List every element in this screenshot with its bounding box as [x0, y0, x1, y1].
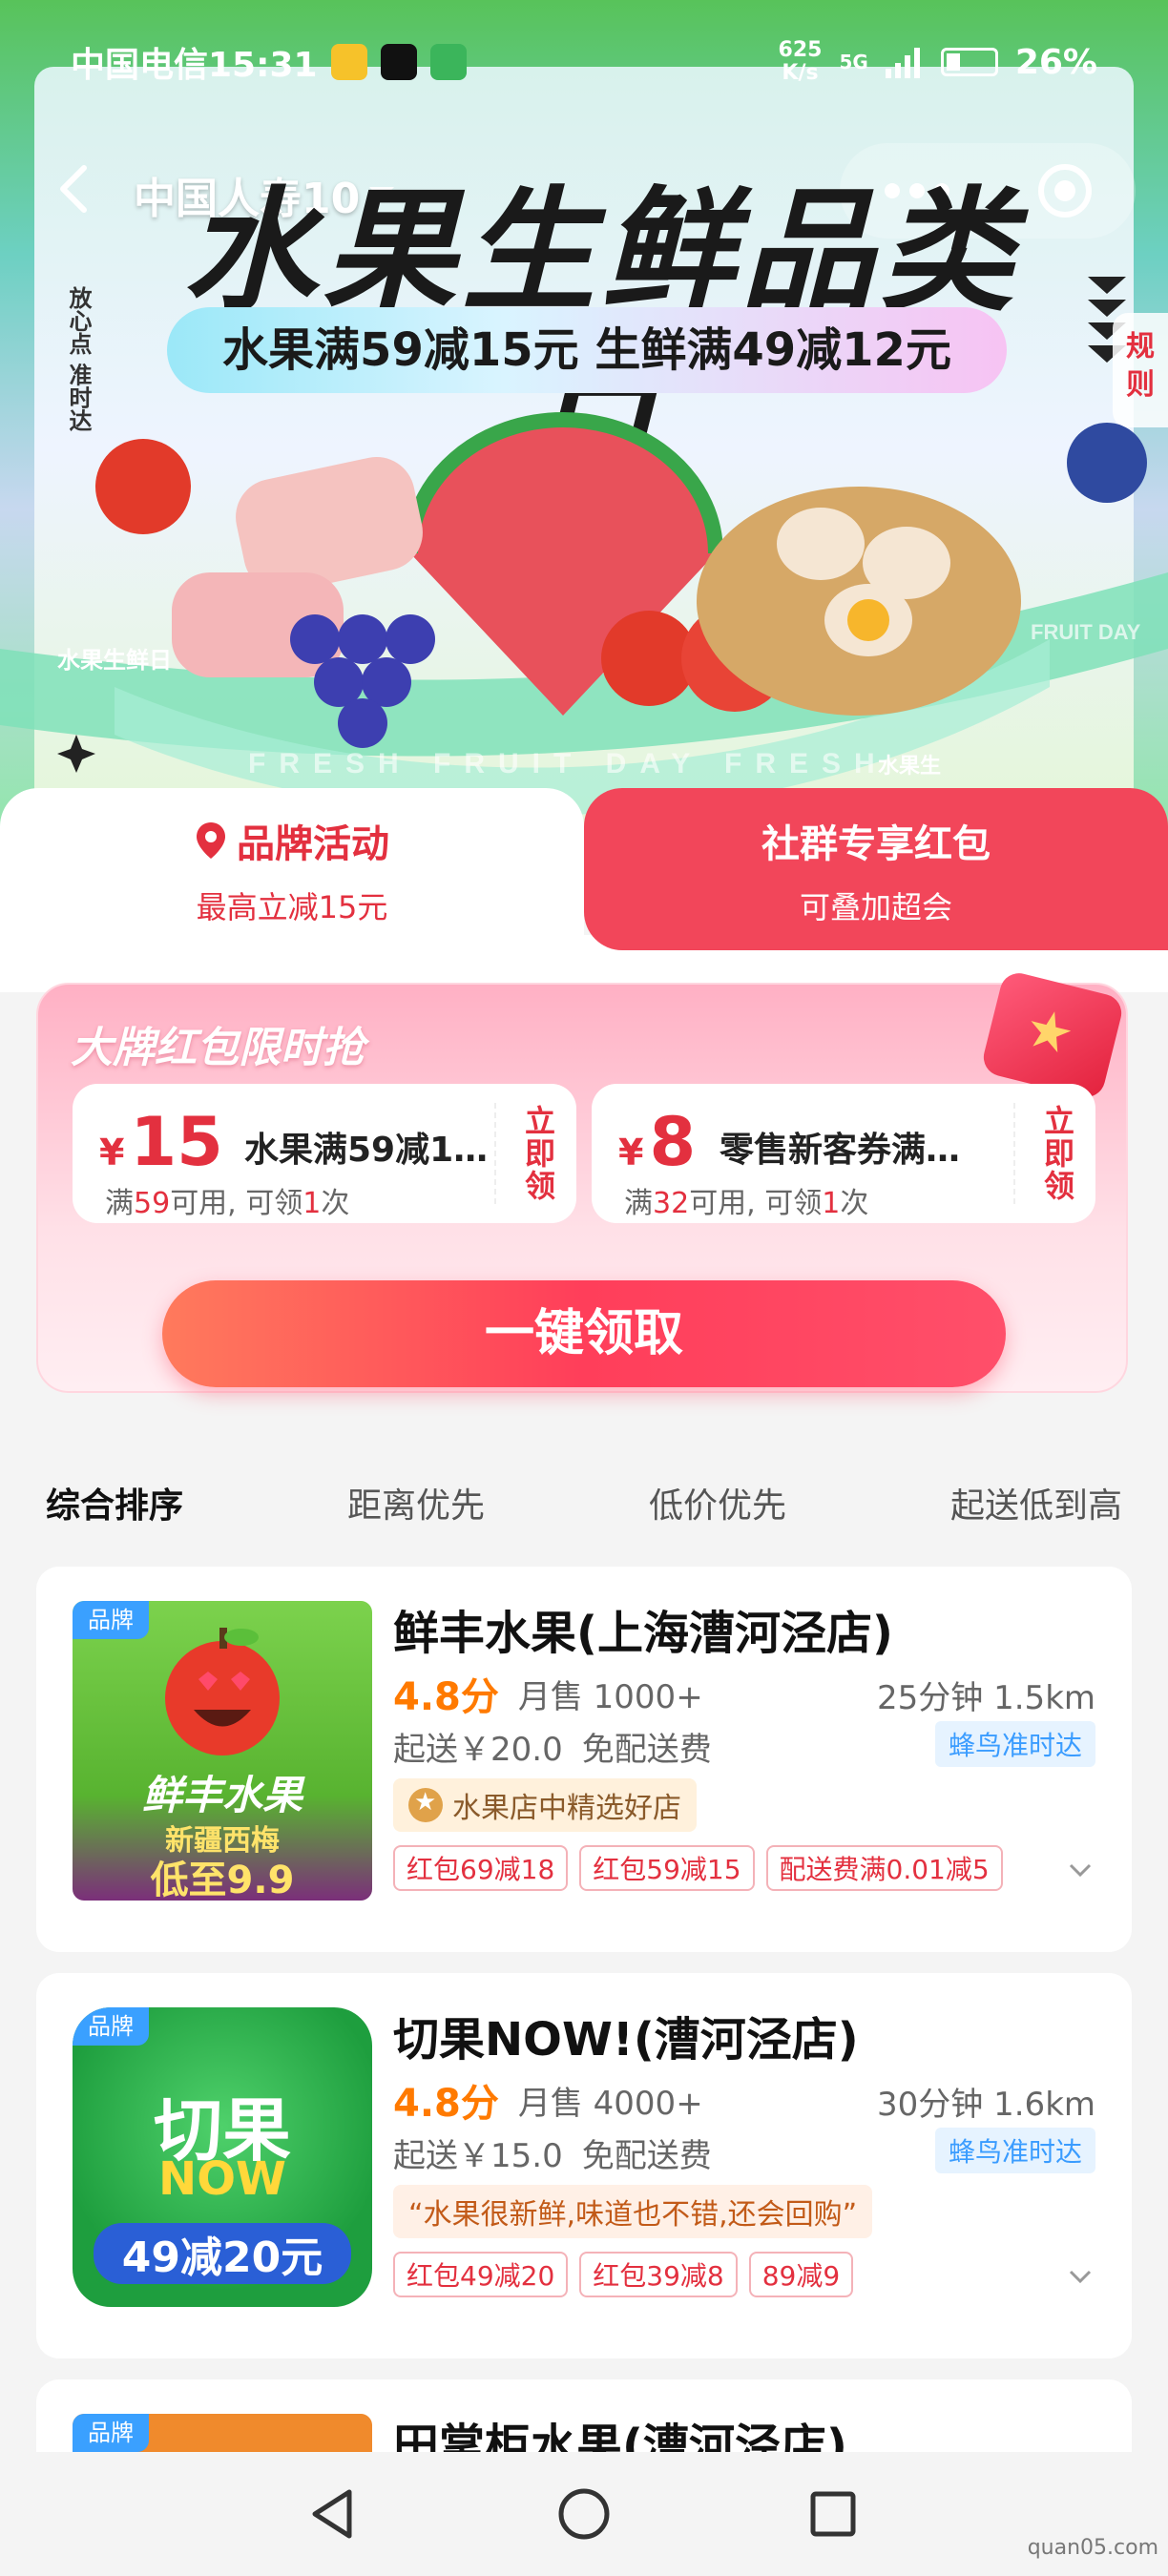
promo-chip: 89减9 [748, 2252, 854, 2297]
delivery-eta: 30分钟 1.6km [877, 2086, 1095, 2124]
store-fees: 起送￥20.0 免配送费 [393, 1723, 712, 1770]
store-name: 切果NOW!(漕河泾店) [393, 2013, 859, 2067]
coupon-amount: ¥ 15 [99, 1103, 223, 1181]
store-rating: 4.8分 [393, 2082, 499, 2126]
delivery-fee: 免配送费 [581, 1731, 712, 1769]
promo-chips: 红包49减20 红包39减8 89减9 [393, 2252, 854, 2297]
sort-distance[interactable]: 距离优先 [347, 1478, 485, 1527]
location-pin-icon [197, 822, 225, 859]
nav-recents-icon[interactable] [800, 2481, 866, 2547]
promo-tabs: 品牌活动 最高立减15元 社群专享红包 可叠加超会 [0, 788, 1168, 960]
brand-badge: 品牌 [73, 2007, 149, 2046]
sort-comprehensive[interactable]: 综合排序 [46, 1478, 183, 1527]
delivery-tag: 蜂鸟准时达 [934, 1721, 1095, 1767]
coupon-panel: 大牌红包限时抢 ¥ 15 水果满59减1... 满59可用, 可领1次 立即领 … [36, 968, 1128, 1393]
tab-group-redpacket[interactable]: 社群专享红包 可叠加超会 [584, 788, 1168, 950]
coupon-divider [494, 1103, 496, 1204]
delivery-tag: 蜂鸟准时达 [934, 2128, 1095, 2173]
watermark: quan05.com [1027, 2536, 1158, 2560]
douyin-icon [380, 44, 417, 80]
coupon-card[interactable]: ¥ 15 水果满59减1... 满59可用, 可领1次 立即领 [73, 1084, 576, 1223]
promo-chip: 红包49减20 [393, 2252, 569, 2297]
sort-low-price[interactable]: 低价优先 [649, 1478, 786, 1527]
coupon-condition: 满32可用, 可领1次 [624, 1187, 869, 1220]
rules-label: 规则 [1126, 330, 1155, 402]
nav-back-icon[interactable] [302, 2481, 368, 2547]
hero-banner: 中国电信15:31 625 K/s 5G 26% 中国人寿10 水果生鲜品类日 … [0, 0, 1168, 849]
coupon-name: 水果满59减1... [244, 1131, 492, 1170]
claim-coupon-button[interactable]: 立即领 [521, 1105, 559, 1202]
review-quote-tag: “水果很新鲜,味道也不错,还会回购” [393, 2185, 873, 2238]
produce-illustration: 水果生鲜日 水果生 FRESH FRUIT DAY FRESH FRUIT DA… [0, 412, 1168, 816]
status-bar: 中国电信15:31 625 K/s 5G 26% [0, 0, 1168, 124]
gift-box-icon [979, 968, 1126, 1102]
battery-icon [940, 48, 998, 76]
brand-badge: 品牌 [73, 1601, 149, 1639]
promo-chip: 红包69减18 [393, 1845, 569, 1891]
min-order: 起送￥20.0 [393, 1731, 563, 1769]
promo-chip: 配送费满0.01减5 [765, 1845, 1003, 1891]
store-app-icon [429, 44, 467, 80]
battery-level: 26% [1014, 42, 1097, 82]
sort-bar: 综合排序 距离优先 低价优先 起送低到高 [0, 1460, 1168, 1546]
tab-brand-title: 品牌活动 [237, 822, 389, 866]
coupon-divider [1013, 1103, 1015, 1204]
apple-mascot-icon [165, 1628, 280, 1755]
carrier-time: 中国电信15:31 [71, 46, 318, 85]
store-stats: 4.8分 月售 1000+ [393, 1666, 703, 1721]
claim-all-button[interactable]: 一键领取 [162, 1280, 1006, 1387]
store-card[interactable]: 品牌 切果 NOW 49减20元 切果NOW!(漕河泾店) 4.8分 月售 40… [36, 1973, 1132, 2358]
monthly-sales: 月售 4000+ [517, 2084, 703, 2123]
store-stats: 4.8分 月售 4000+ [393, 2072, 703, 2128]
sort-min-order[interactable]: 起送低到高 [950, 1478, 1122, 1527]
store-name: 鲜丰水果(上海漕河泾店) [393, 1607, 893, 1660]
coupon-name: 零售新客券满32... [720, 1131, 968, 1170]
store-logo: 品牌 鲜丰水果 新疆西梅 低至9.9 [73, 1601, 372, 1901]
net-speed: 625 K/s [778, 38, 823, 85]
signal-icon [885, 48, 920, 78]
min-order: 起送￥15.0 [393, 2137, 563, 2175]
weibo-icon [330, 44, 367, 80]
chevron-down-icon[interactable] [1065, 2261, 1095, 2292]
svg-text:FRUIT DAY: FRUIT DAY [1031, 620, 1141, 644]
store-fees: 起送￥15.0 免配送费 [393, 2129, 712, 2176]
coupon-condition: 满59可用, 可领1次 [105, 1187, 350, 1220]
brand-badge: 品牌 [73, 2414, 149, 2452]
feature-tag: 水果店中精选好店 [393, 1778, 697, 1832]
store-rating: 4.8分 [393, 1675, 499, 1719]
promo-chip: 红包39减8 [579, 2252, 738, 2297]
monthly-sales: 月售 1000+ [517, 1677, 703, 1716]
ribbon-text: 水果生鲜日 [57, 647, 172, 674]
tab-brand-activity[interactable]: 品牌活动 最高立减15元 [0, 788, 584, 960]
tab-brand-subtitle: 最高立减15元 [196, 889, 388, 925]
coupon-card[interactable]: ¥ 8 零售新客券满32... 满32可用, 可领1次 立即领 [592, 1084, 1095, 1223]
network-type: 5G [839, 51, 868, 73]
chevron-down-icon[interactable] [1065, 1855, 1095, 1885]
promo-chip: 红包59减15 [579, 1845, 755, 1891]
coupon-heading: 大牌红包限时抢 [71, 1024, 365, 1072]
store-logo: 品牌 切果 NOW 49减20元 [73, 2007, 372, 2307]
claim-coupon-button[interactable]: 立即领 [1040, 1105, 1078, 1202]
promo-chips: 红包69减18 红包59减15 配送费满0.01减5 [393, 1845, 1003, 1891]
nav-home-icon[interactable] [551, 2481, 617, 2547]
back-icon[interactable] [48, 160, 105, 218]
hero-subtitle: 水果满59减15元 生鲜满49减12元 [167, 307, 1007, 393]
store-card[interactable]: 品牌 鲜丰水果 新疆西梅 低至9.9 鲜丰水果(上海漕河泾店) 4.8分 月售 … [36, 1567, 1132, 1952]
tab-group-title: 社群专享红包 [761, 822, 991, 866]
tab-group-subtitle: 可叠加超会 [799, 889, 952, 925]
delivery-eta: 25分钟 1.5km [877, 1679, 1095, 1717]
delivery-fee: 免配送费 [581, 2137, 712, 2175]
medal-icon [408, 1788, 443, 1822]
coupon-amount: ¥ 8 [618, 1103, 697, 1181]
svg-text:FRESH FRUIT DAY FRESH: FRESH FRUIT DAY FRESH [248, 748, 888, 779]
system-nav-bar [0, 2452, 1168, 2576]
